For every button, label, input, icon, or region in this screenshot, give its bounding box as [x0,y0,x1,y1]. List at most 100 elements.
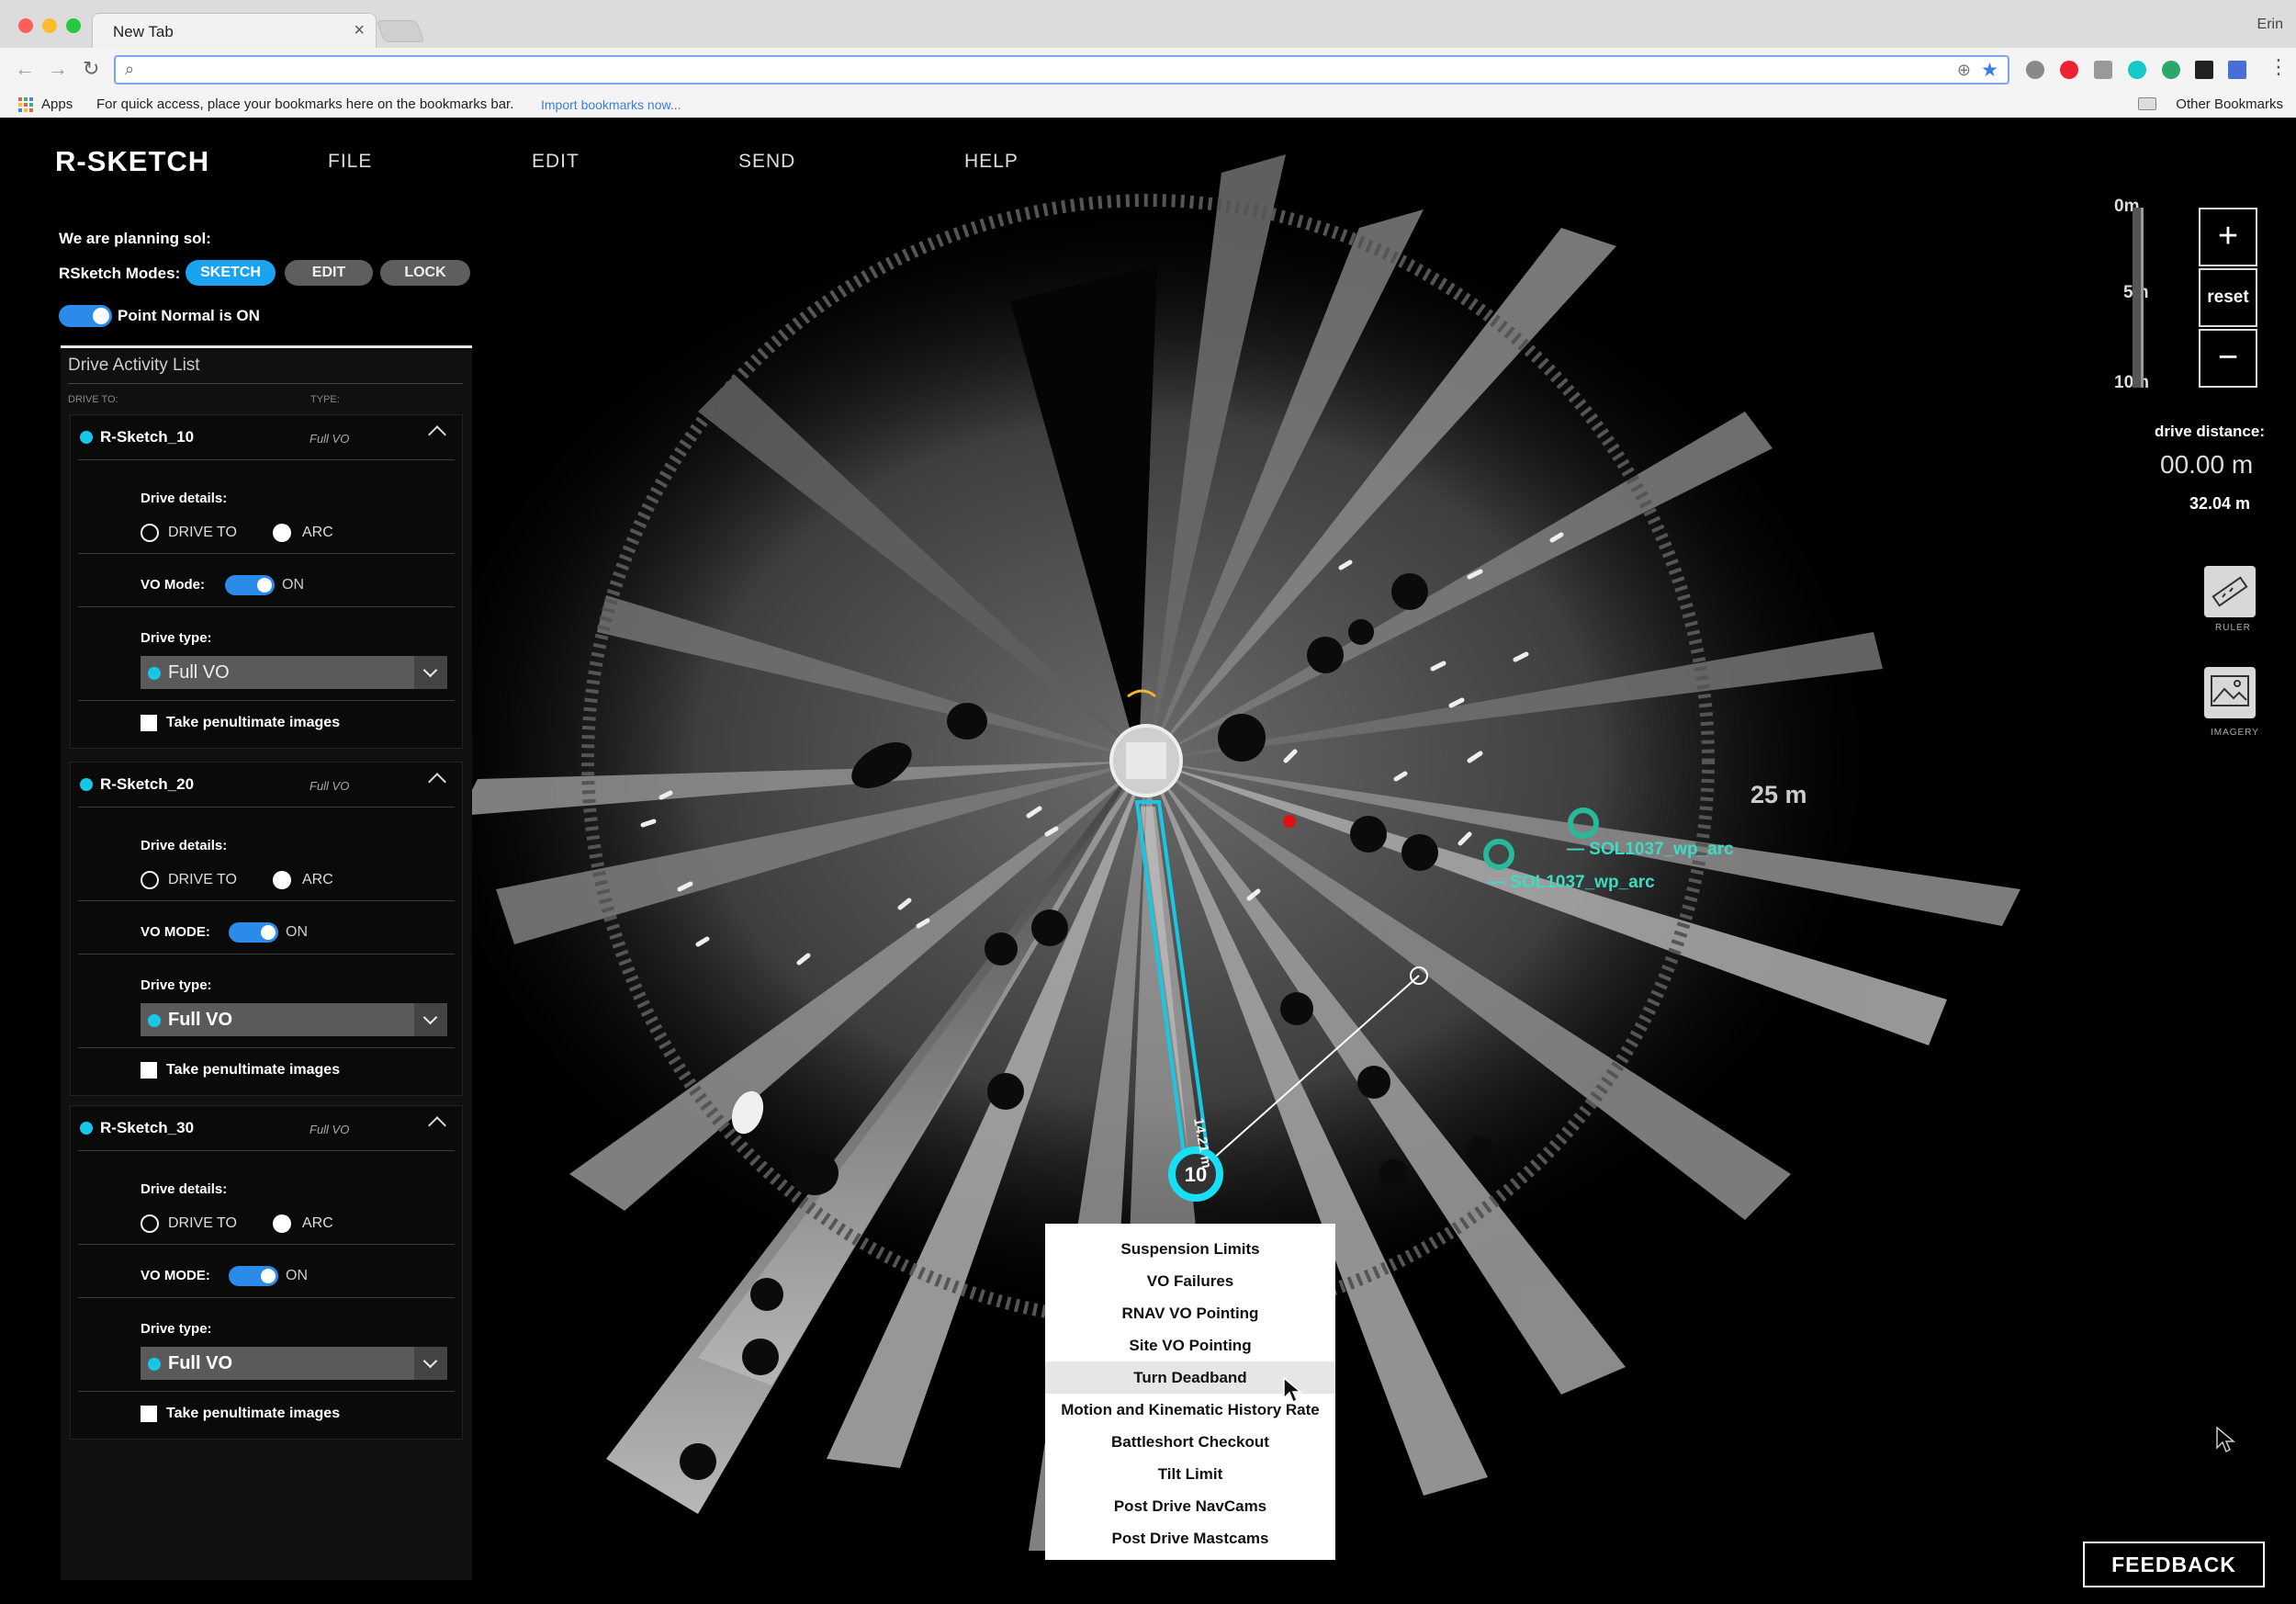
drive-distance-total: 32.04 m [2189,494,2251,513]
drive-type-dot [148,667,161,680]
chevron-down-icon[interactable] [414,656,447,689]
activity-list-title: Drive Activity List [68,356,200,375]
tab-close-icon[interactable]: × [354,20,365,41]
drive-type-select[interactable]: Full VO [141,656,447,689]
waypoint-label-1[interactable]: — SOL1037_wp_arc [1567,840,1734,860]
drive-type-select[interactable]: Full VO [141,1347,447,1380]
pinterest-extension-icon[interactable] [2026,61,2044,79]
drive-details-label: Drive details: [141,1181,228,1197]
collapse-chevron-icon[interactable] [428,773,446,791]
arc-radio[interactable] [273,871,291,889]
drive-activity-list: Drive Activity List DRIVE TO: TYPE: R-Sk… [61,345,472,1580]
chevron-down-icon[interactable] [414,1003,447,1036]
zoom-out-button[interactable]: − [2199,329,2257,388]
menu-file[interactable]: FILE [328,151,372,173]
menu-item-site-vo-pointing[interactable]: Site VO Pointing [1045,1329,1335,1361]
ruler-tool-label: RULER [2215,623,2251,633]
menu-item-post-drive-navcams[interactable]: Post Drive NavCams [1045,1490,1335,1522]
collapse-chevron-icon[interactable] [428,1116,446,1135]
penultimate-label: Take penultimate images [166,1406,341,1421]
imagery-tool-button[interactable] [2204,667,2256,718]
menu-help[interactable]: HELP [964,151,1019,173]
activity-type: Full VO [310,779,350,793]
menu-item-tilt-limit[interactable]: Tilt Limit [1045,1458,1335,1490]
divider [78,700,455,701]
waypoint-label-2[interactable]: — SOL1037_wp_arc [1488,873,1655,893]
menu-item-vo-failures[interactable]: VO Failures [1045,1265,1335,1297]
opera-extension-icon[interactable] [2060,61,2078,79]
menu-send[interactable]: SEND [738,151,795,173]
point-normal-toggle[interactable] [59,305,112,327]
activity-name[interactable]: R-Sketch_20 [100,775,194,794]
planning-label: We are planning sol: [59,230,211,247]
divider [78,553,455,554]
apps-link[interactable]: Apps [41,96,73,112]
drive-to-radio[interactable] [141,524,159,542]
activity-name[interactable]: R-Sketch_30 [100,1119,194,1137]
target-marker [1283,815,1296,828]
arc-radio[interactable] [273,1214,291,1233]
drive-distance-label: drive distance: [2155,423,2265,440]
back-arrow-icon[interactable]: ← [15,57,35,81]
menu-item-suspension-limits[interactable]: Suspension Limits [1045,1233,1335,1265]
drive-to-radio[interactable] [141,871,159,889]
activity-card: R-Sketch_10 Full VO Drive details: DRIVE… [70,414,463,749]
drive-details-label: Drive details: [141,491,228,506]
forward-arrow-icon[interactable]: → [48,57,68,81]
col-type: TYPE: [310,394,340,405]
teal-extension-icon[interactable] [2128,61,2146,79]
feedback-button[interactable]: FEEDBACK [2083,1542,2265,1587]
zotero-extension-icon[interactable] [2195,61,2213,79]
bookmark-star-icon[interactable]: ★ [1981,59,1998,82]
penultimate-checkbox[interactable] [141,1406,157,1422]
minimize-window-button[interactable] [42,18,57,33]
activity-name[interactable]: R-Sketch_10 [100,428,194,446]
mouse-cursor-icon [2216,1426,2235,1453]
drive-type-value: Full VO [168,1353,232,1373]
chevron-down-icon[interactable] [414,1347,447,1380]
mode-edit-button[interactable]: EDIT [285,260,373,286]
user-profile[interactable]: Erin [2257,17,2283,33]
menu-item-post-drive-mastcams[interactable]: Post Drive Mastcams [1045,1522,1335,1554]
close-window-button[interactable] [18,18,33,33]
penultimate-checkbox[interactable] [141,1062,157,1079]
bookmarks-bar: Apps For quick access, place your bookma… [0,92,2296,118]
collapse-chevron-icon[interactable] [428,425,446,444]
zoom-extension-icon[interactable] [2228,61,2246,79]
import-bookmarks-link[interactable]: Import bookmarks now... [541,97,681,112]
divider [78,1150,455,1151]
vo-mode-toggle[interactable] [229,1266,278,1286]
vo-mode-state: ON [286,1268,308,1283]
mode-lock-button[interactable]: LOCK [380,260,470,286]
address-bar[interactable]: ⌕ ⊕ ★ [114,55,2009,85]
vo-mode-toggle[interactable] [229,922,278,943]
drive-type-label: Drive type: [141,977,212,993]
maximize-window-button[interactable] [66,18,81,33]
divider [78,1244,455,1245]
menu-item-battleshort-checkout[interactable]: Battleshort Checkout [1045,1426,1335,1458]
drive-to-radio[interactable] [141,1214,159,1233]
ruler-tool-button[interactable] [2204,566,2256,617]
drive-type-select[interactable]: Full VO [141,1003,447,1036]
scale-bar [2133,208,2144,388]
grammarly-extension-icon[interactable] [2162,61,2180,79]
new-tab-button[interactable] [376,20,425,42]
screenshot-extension-icon[interactable] [2094,61,2112,79]
location-icon[interactable]: ⊕ [1957,61,1971,80]
menu-item-rnav-vo-pointing[interactable]: RNAV VO Pointing [1045,1297,1335,1329]
vo-mode-toggle[interactable] [225,575,275,595]
reload-icon[interactable]: ↻ [83,57,99,81]
mode-sketch-button[interactable]: SKETCH [186,260,276,286]
menu-edit[interactable]: EDIT [532,151,580,173]
browser-menu-icon[interactable]: ⋮ [2268,55,2289,79]
other-bookmarks-link[interactable]: Other Bookmarks [2176,96,2283,112]
zoom-reset-button[interactable]: reset [2199,268,2257,327]
penultimate-checkbox[interactable] [141,715,157,731]
zoom-in-button[interactable]: + [2199,208,2257,266]
arc-radio[interactable] [273,524,291,542]
apps-grid-icon[interactable] [18,97,33,112]
drive-to-label: DRIVE TO [168,872,237,887]
browser-tab[interactable]: New Tab × [92,13,377,48]
range-label: 25 m [1750,781,1807,808]
folder-icon [2138,97,2156,110]
